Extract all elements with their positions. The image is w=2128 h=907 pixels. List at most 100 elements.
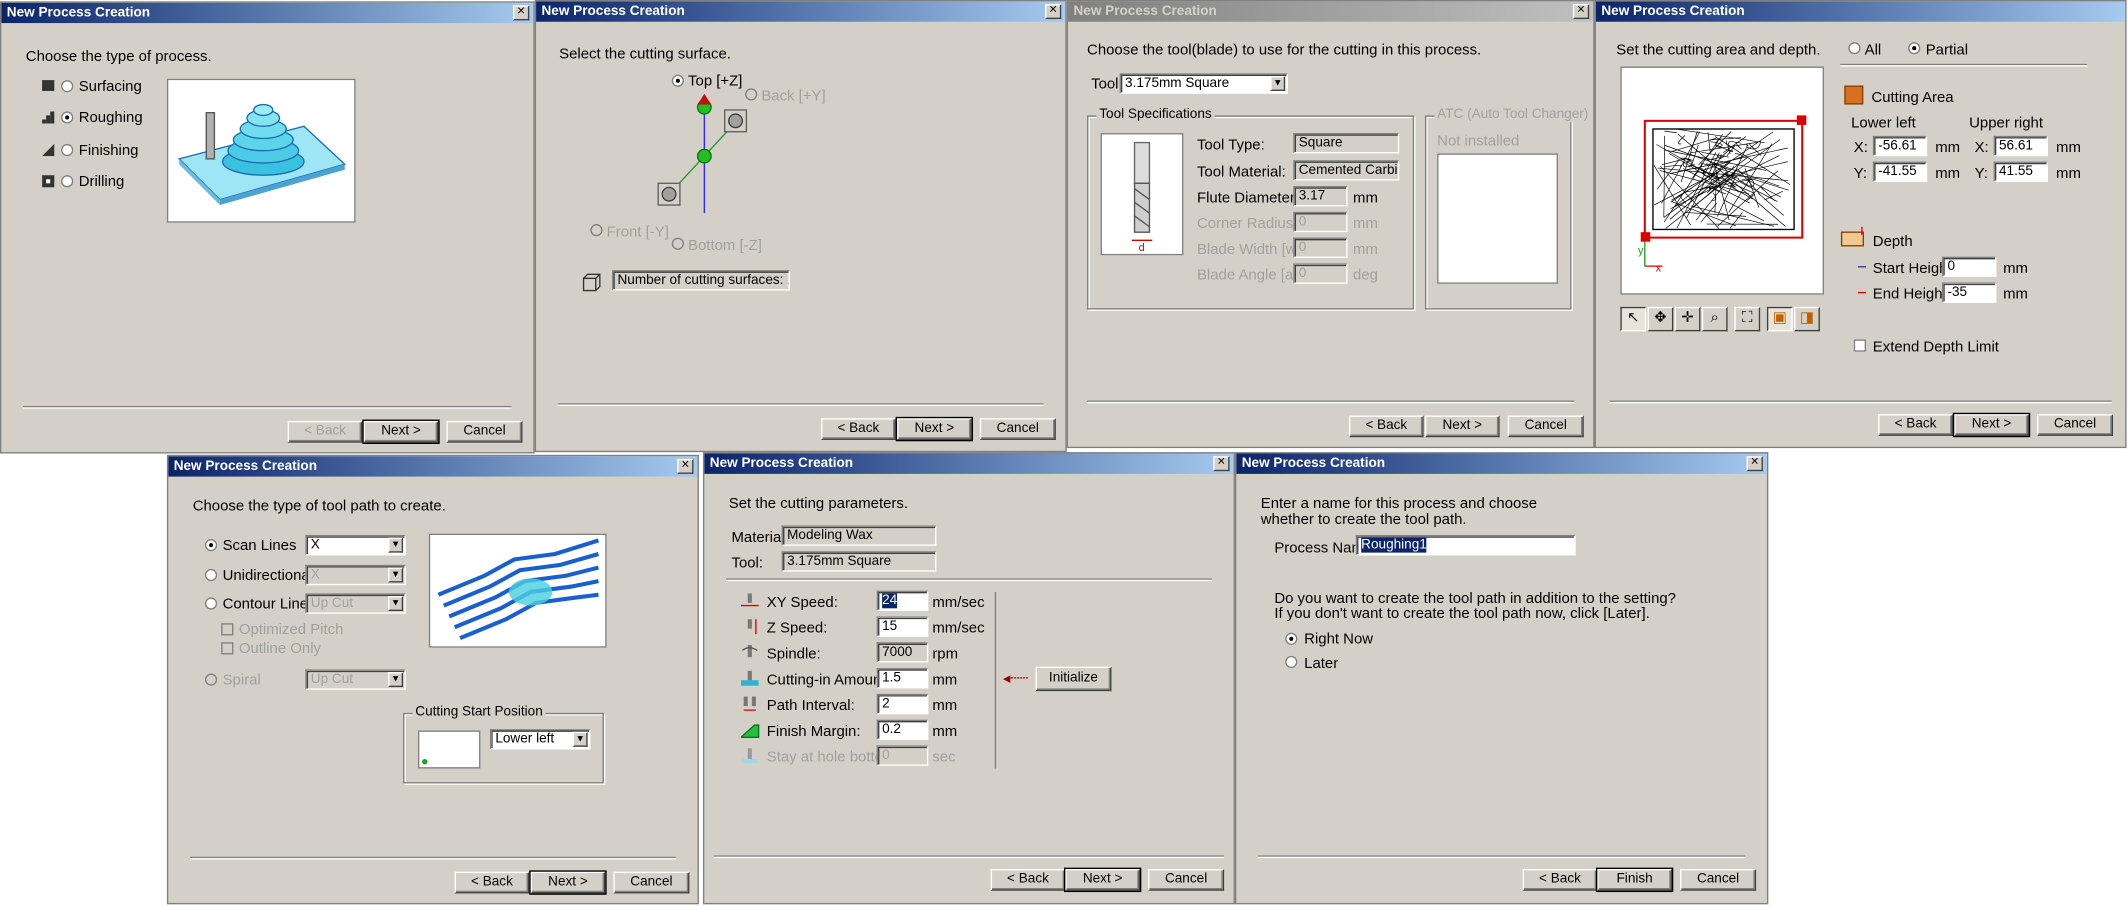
- optimized-pitch-checkbox[interactable]: [221, 623, 234, 636]
- question-line-2: If you don't want to create the tool pat…: [1274, 605, 1650, 622]
- z-speed-input[interactable]: 15: [876, 616, 929, 637]
- next-button[interactable]: Next >: [362, 419, 440, 445]
- upper-right-x-input[interactable]: 56.61: [1993, 135, 2048, 157]
- axis-orientation-icon: [657, 93, 748, 214]
- label-optimized-pitch: Optimized Pitch: [238, 621, 344, 639]
- mesh-edge: [1685, 212, 1747, 217]
- back-button[interactable]: < Back: [990, 868, 1066, 891]
- back-button[interactable]: < Back: [1522, 868, 1598, 891]
- area-edit-icon[interactable]: ◨: [1794, 306, 1820, 332]
- pan-tool-icon[interactable]: ✥: [1647, 306, 1674, 332]
- mesh-detail: [1711, 192, 1717, 201]
- back-button[interactable]: < Back: [1878, 414, 1953, 436]
- back-button[interactable]: < Back: [821, 418, 896, 440]
- initialize-button[interactable]: Initialize: [1035, 666, 1112, 692]
- path-interval-input[interactable]: 2: [876, 693, 929, 715]
- close-button[interactable]: ×: [1213, 456, 1230, 472]
- radio-front[interactable]: [590, 224, 603, 237]
- radio-roughing[interactable]: [61, 111, 74, 124]
- atc-status: Not installed: [1437, 133, 1520, 150]
- end-height-input[interactable]: -35: [1942, 282, 1997, 303]
- move-tool-icon[interactable]: ✛: [1674, 306, 1701, 332]
- extend-depth-checkbox[interactable]: [1853, 339, 1867, 352]
- next-button[interactable]: Next >: [1424, 415, 1500, 438]
- zoom-tool-icon[interactable]: ⌕: [1701, 306, 1728, 332]
- start-position-select[interactable]: Lower left ▼: [489, 729, 591, 750]
- radio-contour-lines[interactable]: [204, 597, 218, 610]
- label-top: Top [+Z]: [688, 73, 743, 90]
- close-button[interactable]: ×: [677, 458, 694, 474]
- unidirectional-select[interactable]: X ▼: [305, 564, 406, 586]
- radio-scan-lines[interactable]: [204, 539, 218, 552]
- radio-right-now[interactable]: [1285, 632, 1298, 645]
- radio-partial[interactable]: [1908, 42, 1921, 55]
- radio-finishing[interactable]: [61, 143, 74, 157]
- label-outline-only: Outline Only: [238, 640, 321, 658]
- spec-unit: mm: [1353, 241, 1378, 258]
- start-height-marker: [1857, 266, 1867, 268]
- dialog-process-name: New Process Creation × Enter a name for …: [1234, 452, 1769, 905]
- cancel-button[interactable]: Cancel: [2037, 414, 2114, 436]
- finish-button[interactable]: Finish: [1595, 867, 1674, 893]
- back-button[interactable]: < Back: [1348, 415, 1424, 438]
- upper-right-y-input[interactable]: 41.55: [1993, 161, 2048, 182]
- next-button[interactable]: Next >: [1952, 412, 2031, 438]
- cancel-button[interactable]: Cancel: [1148, 868, 1225, 891]
- cancel-button[interactable]: Cancel: [446, 420, 523, 443]
- close-button[interactable]: ×: [1044, 3, 1062, 20]
- pointer-tool-icon[interactable]: ↖: [1620, 306, 1647, 332]
- dialog-tool-selection: New Process Creation × Choose the tool(b…: [1066, 0, 1595, 449]
- mesh-edge: [1653, 164, 1691, 226]
- roughing-icon: [42, 111, 55, 124]
- outline-only-checkbox[interactable]: [221, 642, 234, 655]
- radio-bottom[interactable]: [671, 237, 684, 250]
- next-button[interactable]: Next >: [1063, 867, 1142, 893]
- contour-select[interactable]: Up Cut ▼: [305, 593, 406, 614]
- label-scan-lines: Scan Lines: [222, 537, 297, 554]
- spec-unit: mm: [1353, 190, 1378, 207]
- scan-direction-select[interactable]: X ▼: [305, 534, 406, 556]
- mesh-edge: [1764, 190, 1783, 201]
- close-button[interactable]: ×: [1746, 456, 1763, 472]
- radio-drilling[interactable]: [61, 175, 74, 188]
- radio-later[interactable]: [1285, 655, 1298, 669]
- back-button[interactable]: < Back: [454, 871, 530, 894]
- cancel-button[interactable]: Cancel: [613, 871, 690, 894]
- radio-unidirectional[interactable]: [204, 568, 218, 582]
- area-preview-canvas[interactable]: y x: [1620, 66, 1824, 295]
- fit-view-icon[interactable]: ⛶: [1734, 306, 1761, 332]
- cutting-in-amount-input[interactable]: 1.5: [876, 668, 929, 689]
- back-button[interactable]: < Back: [287, 420, 363, 443]
- cancel-button[interactable]: Cancel: [1680, 868, 1757, 891]
- process-preview-image: [166, 78, 356, 223]
- label-later: Later: [1304, 655, 1339, 673]
- next-button[interactable]: Next >: [895, 416, 974, 442]
- x-label: X:: [1853, 139, 1868, 157]
- radio-top[interactable]: [671, 74, 684, 87]
- radio-surfacing[interactable]: [61, 80, 74, 93]
- drilling-icon: [42, 175, 55, 188]
- close-button[interactable]: ×: [512, 5, 530, 21]
- cancel-button[interactable]: Cancel: [1507, 415, 1584, 438]
- area-select-icon[interactable]: ▣: [1766, 306, 1793, 332]
- dialog-title: New Process Creation: [1601, 4, 1745, 20]
- cancel-button[interactable]: Cancel: [979, 418, 1056, 440]
- spiral-select[interactable]: Up Cut ▼: [305, 669, 406, 690]
- tool-select[interactable]: 3.175mm Square ▼: [1119, 73, 1288, 94]
- title-bar: New Process Creation: [1236, 453, 1767, 474]
- xy-speed-input[interactable]: 24: [876, 590, 929, 612]
- param-unit: mm/sec: [932, 620, 985, 637]
- prompt-text: Select the cutting surface.: [559, 46, 731, 63]
- finish-margin-input[interactable]: 0.2: [876, 719, 929, 741]
- label-unidirectional: Unidirectional: [222, 567, 314, 584]
- lower-left-x-input[interactable]: -56.61: [1872, 135, 1928, 157]
- next-button[interactable]: Next >: [529, 870, 607, 895]
- radio-spiral[interactable]: [204, 673, 218, 686]
- close-button[interactable]: ×: [1572, 3, 1590, 20]
- start-height-input[interactable]: 0: [1942, 256, 1997, 277]
- lower-left-y-input[interactable]: -41.55: [1872, 161, 1928, 182]
- process-name-input[interactable]: Roughing1: [1355, 534, 1576, 556]
- radio-all[interactable]: [1848, 42, 1861, 55]
- param-unit: mm: [932, 697, 958, 715]
- chevron-down-icon: ▼: [388, 537, 404, 553]
